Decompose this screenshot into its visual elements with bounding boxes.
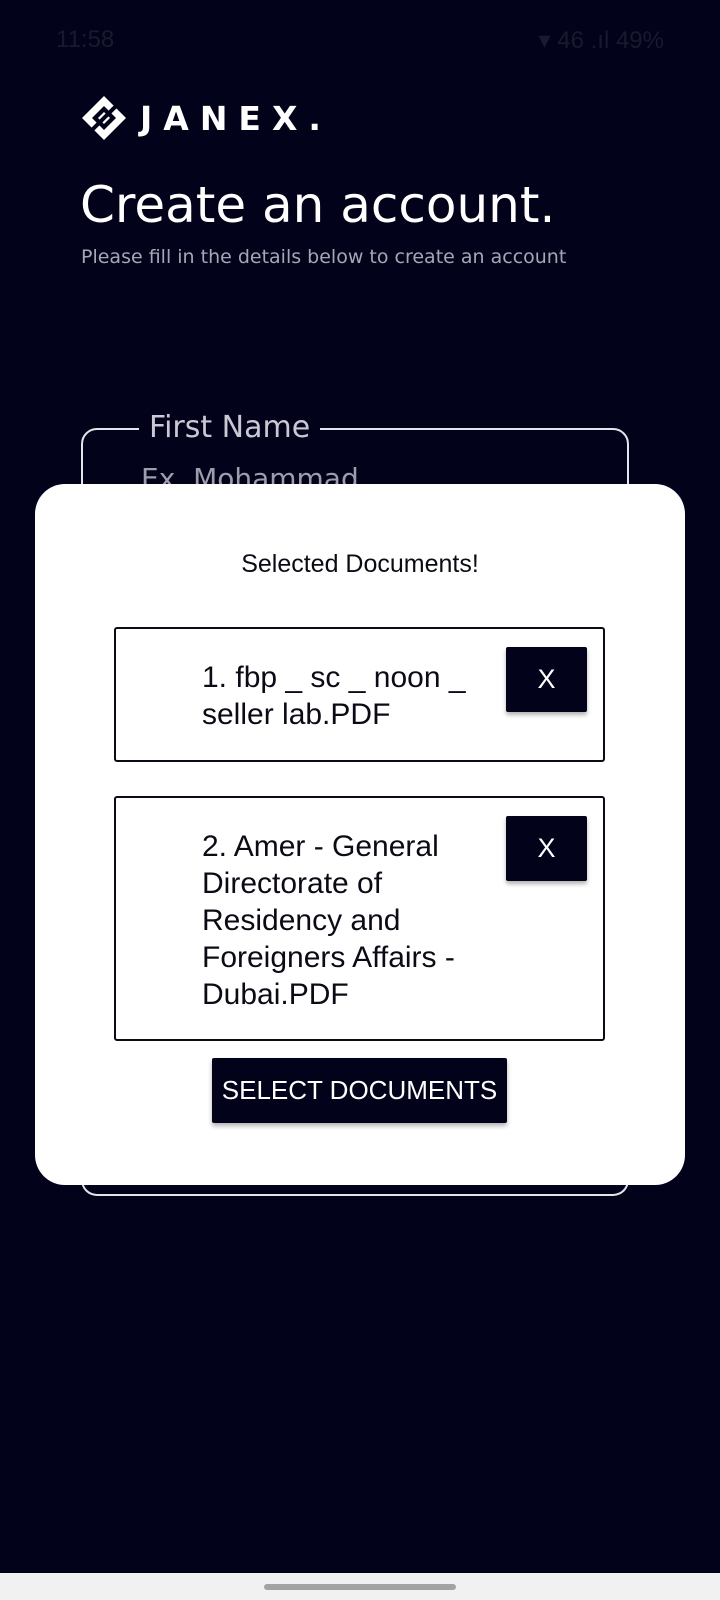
remove-document-button[interactable]: X: [506, 816, 587, 881]
select-documents-button[interactable]: SELECT DOCUMENTS: [212, 1058, 507, 1123]
brand-name: JANEX.: [140, 98, 332, 138]
dialog-title: Selected Documents!: [241, 550, 479, 578]
status-bar: 11:58 ▾ 46 .ıl 49%: [0, 0, 720, 80]
janex-logo-icon: [82, 96, 126, 140]
brand-logo: JANEX.: [80, 94, 332, 142]
document-name: 1. fbp _ sc _ noon _ seller lab.PDF: [202, 661, 466, 731]
navigation-bar: [0, 1573, 720, 1600]
document-item: 1. fbp _ sc _ noon _ seller lab.PDF X: [114, 627, 605, 762]
document-name: 2. Amer - General Directorate of Residen…: [202, 830, 455, 1011]
create-account-screen: 11:58 ▾ 46 .ıl 49% JANEX. Create an acco…: [0, 0, 720, 1600]
page-subtitle: Please fill in the details below to crea…: [81, 246, 567, 268]
first-name-label: First Name: [139, 408, 321, 448]
status-time: 11:58: [56, 26, 115, 53]
remove-document-button[interactable]: X: [506, 647, 587, 712]
selected-documents-dialog: Selected Documents! 1. fbp _ sc _ noon _…: [35, 484, 685, 1185]
page-title: Create an account.: [80, 176, 556, 234]
home-gesture-handle[interactable]: [264, 1584, 456, 1590]
status-indicators: ▾ 46 .ıl 49%: [538, 27, 664, 54]
document-item: 2. Amer - General Directorate of Residen…: [114, 796, 605, 1041]
